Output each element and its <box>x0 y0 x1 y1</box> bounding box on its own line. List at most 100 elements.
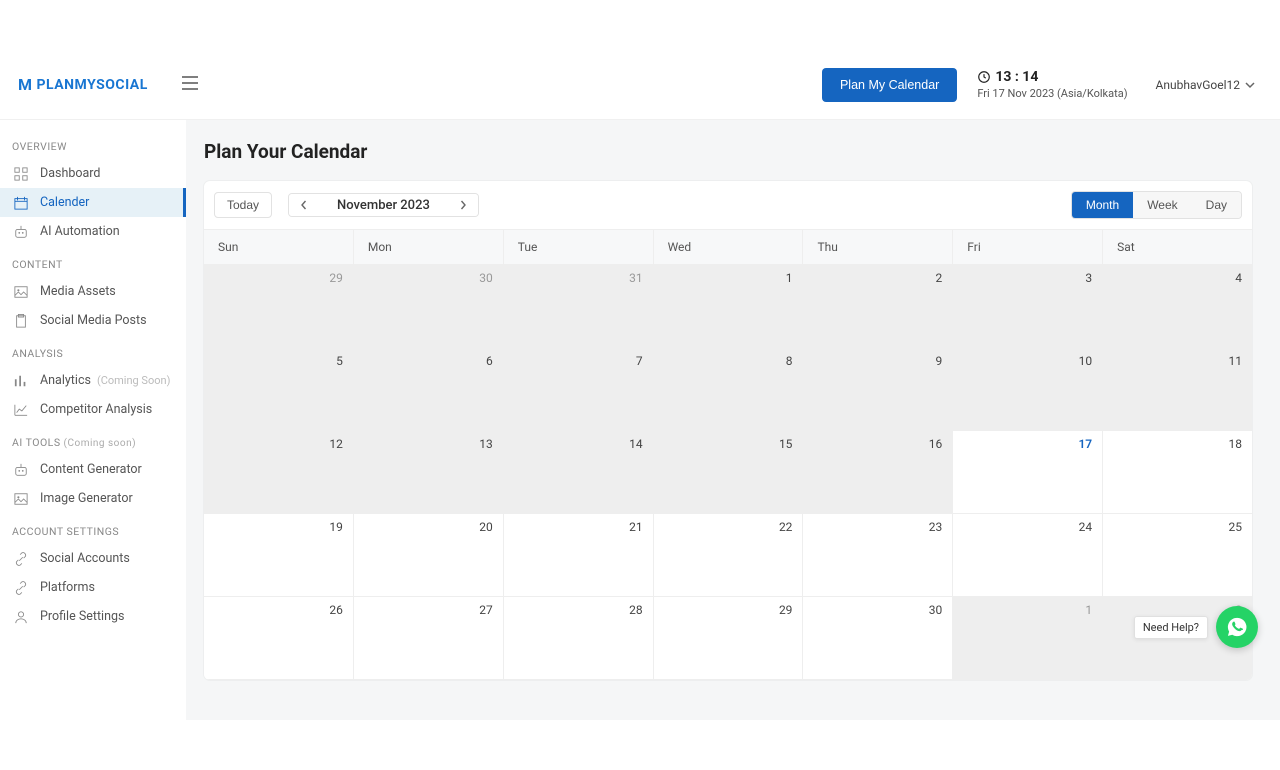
sidebar-item-label: Calender <box>40 195 89 210</box>
calendar-day-number: 13 <box>479 437 493 451</box>
calendar-cell[interactable]: 17 <box>953 431 1103 513</box>
clock-date: Fri 17 Nov 2023 (Asia/Kolkata) <box>977 87 1127 100</box>
calendar-cell[interactable]: 13 <box>354 431 504 513</box>
calendar-cell[interactable]: 15 <box>654 431 804 513</box>
calendar-cell[interactable]: 1 <box>953 597 1103 679</box>
calendar-row: 293031 1234 <box>204 265 1252 348</box>
calendar-cell[interactable]: 14 <box>504 431 654 513</box>
next-month-button[interactable] <box>448 194 478 216</box>
calendar-day-number: 1 <box>1085 603 1092 617</box>
calendar-cell[interactable]: 12 <box>204 431 354 513</box>
user-menu[interactable]: AnubhavGoel12 <box>1156 78 1256 92</box>
calendar-cell[interactable]: 11 <box>1103 348 1252 430</box>
calendar-day-number: 16 <box>929 437 943 451</box>
sidebar-item-label: AI Automation <box>40 224 120 239</box>
sidebar: OVERVIEWDashboardCalenderAI AutomationCO… <box>0 120 186 720</box>
chevron-right-icon <box>458 200 468 210</box>
brand-text: PLANMYSOCIAL <box>37 77 148 93</box>
calendar-cell[interactable]: 3 <box>953 265 1103 347</box>
view-month-button[interactable]: Month <box>1072 192 1133 218</box>
calendar-cell[interactable]: 31 <box>504 265 654 347</box>
sidebar-item-label: Social Accounts <box>40 551 130 566</box>
calendar-cell[interactable]: 28 <box>504 597 654 679</box>
calendar-day-number: 7 <box>636 354 643 368</box>
help-widget: Need Help? <box>1134 606 1258 648</box>
calendar-cell[interactable]: 24 <box>953 514 1103 596</box>
brand-logo: M PLANMYSOCIAL <box>18 75 148 94</box>
sidebar-item-soc[interactable]: Social Accounts <box>0 544 186 573</box>
calendar-cell[interactable]: 8 <box>654 348 804 430</box>
whatsapp-button[interactable] <box>1216 606 1258 648</box>
calendar-day-number: 21 <box>629 520 643 534</box>
sidebar-item-dashboard[interactable]: Dashboard <box>0 159 186 188</box>
chevron-down-icon <box>1244 79 1256 91</box>
view-week-button[interactable]: Week <box>1133 192 1191 218</box>
calendar-cell[interactable]: 21 <box>504 514 654 596</box>
calendar-cell[interactable]: 27 <box>354 597 504 679</box>
sidebar-item-label: Competitor Analysis <box>40 402 152 417</box>
calendar-cell[interactable]: 29 <box>654 597 804 679</box>
calendar-cell[interactable]: 10 <box>953 348 1103 430</box>
calendar-cell[interactable]: 16 <box>803 431 953 513</box>
calendar-cell[interactable]: 2 <box>803 265 953 347</box>
prev-month-button[interactable] <box>289 194 319 216</box>
plan-calendar-button[interactable]: Plan My Calendar <box>822 68 957 102</box>
calendar-cell[interactable]: 29 <box>204 265 354 347</box>
sidebar-item-aiauto[interactable]: AI Automation <box>0 217 186 246</box>
sidebar-item-label: Content Generator <box>40 462 142 477</box>
clock-icon <box>977 70 991 84</box>
calendar-cell[interactable]: 9 <box>803 348 953 430</box>
sidebar-item-plat[interactable]: Platforms <box>0 573 186 602</box>
calendar-cell[interactable]: 22 <box>654 514 804 596</box>
sidebar-section-label: AI TOOLS (Coming soon) <box>0 424 186 455</box>
user-icon <box>12 610 30 624</box>
calendar-cell[interactable]: 7 <box>504 348 654 430</box>
chart-icon <box>12 403 30 417</box>
view-day-button[interactable]: Day <box>1192 192 1241 218</box>
sidebar-item-media[interactable]: Media Assets <box>0 277 186 306</box>
calendar-cell[interactable]: 19 <box>204 514 354 596</box>
calendar-cell[interactable]: 25 <box>1103 514 1252 596</box>
calendar-cell[interactable]: 4 <box>1103 265 1252 347</box>
sidebar-item-competitor[interactable]: Competitor Analysis <box>0 395 186 424</box>
sidebar-toggle-icon[interactable] <box>182 75 198 94</box>
sidebar-item-prof[interactable]: Profile Settings <box>0 602 186 631</box>
calendar-day-number: 8 <box>786 354 793 368</box>
calendar-day-number: 11 <box>1229 354 1243 368</box>
sidebar-item-label: Profile Settings <box>40 609 124 624</box>
calendar-day-number: 1 <box>786 271 793 285</box>
calendar-row: 262728293012 <box>204 597 1252 680</box>
calendar-cell[interactable]: 30 <box>803 597 953 679</box>
calendar-day-number: 5 <box>336 354 343 368</box>
sidebar-item-label: Dashboard <box>40 166 100 181</box>
calendar-cell[interactable]: 18 <box>1103 431 1252 513</box>
sidebar-item-cgen[interactable]: Content Generator <box>0 455 186 484</box>
month-label: November 2023 <box>319 198 448 213</box>
calendar-day-number: 22 <box>779 520 793 534</box>
today-button[interactable]: Today <box>214 192 272 218</box>
calendar-row: 12 13 14 15 16 1718 <box>204 431 1252 514</box>
calendar-cell[interactable]: 30 <box>354 265 504 347</box>
sidebar-item-smposts[interactable]: Social Media Posts <box>0 306 186 335</box>
calendar-row: 1920 21 22 23 2425 <box>204 514 1252 597</box>
sidebar-item-analytics[interactable]: Analytics(Coming Soon) <box>0 366 186 395</box>
clock-time: 13 : 14 <box>995 69 1038 85</box>
bars-icon <box>12 374 30 388</box>
calendar-card: Today November 2023 Month Week Day <box>204 181 1252 680</box>
calendar-cell[interactable]: 1 <box>654 265 804 347</box>
calendar-cell[interactable]: 5 <box>204 348 354 430</box>
calendar-day-number: 23 <box>929 520 943 534</box>
calendar-icon <box>12 196 30 210</box>
calendar-day-number: 6 <box>486 354 493 368</box>
calendar-cell[interactable]: 26 <box>204 597 354 679</box>
calendar-day-number: 27 <box>479 603 493 617</box>
sidebar-item-calendar[interactable]: Calender <box>0 188 186 217</box>
calendar-cell[interactable]: 23 <box>803 514 953 596</box>
sidebar-item-label: Media Assets <box>40 284 116 299</box>
sidebar-item-igen[interactable]: Image Generator <box>0 484 186 513</box>
calendar-day-header: Fri <box>953 230 1103 264</box>
help-label: Need Help? <box>1134 616 1208 639</box>
calendar-cell[interactable]: 20 <box>354 514 504 596</box>
calendar-cell[interactable]: 6 <box>354 348 504 430</box>
calendar-day-number: 14 <box>629 437 643 451</box>
